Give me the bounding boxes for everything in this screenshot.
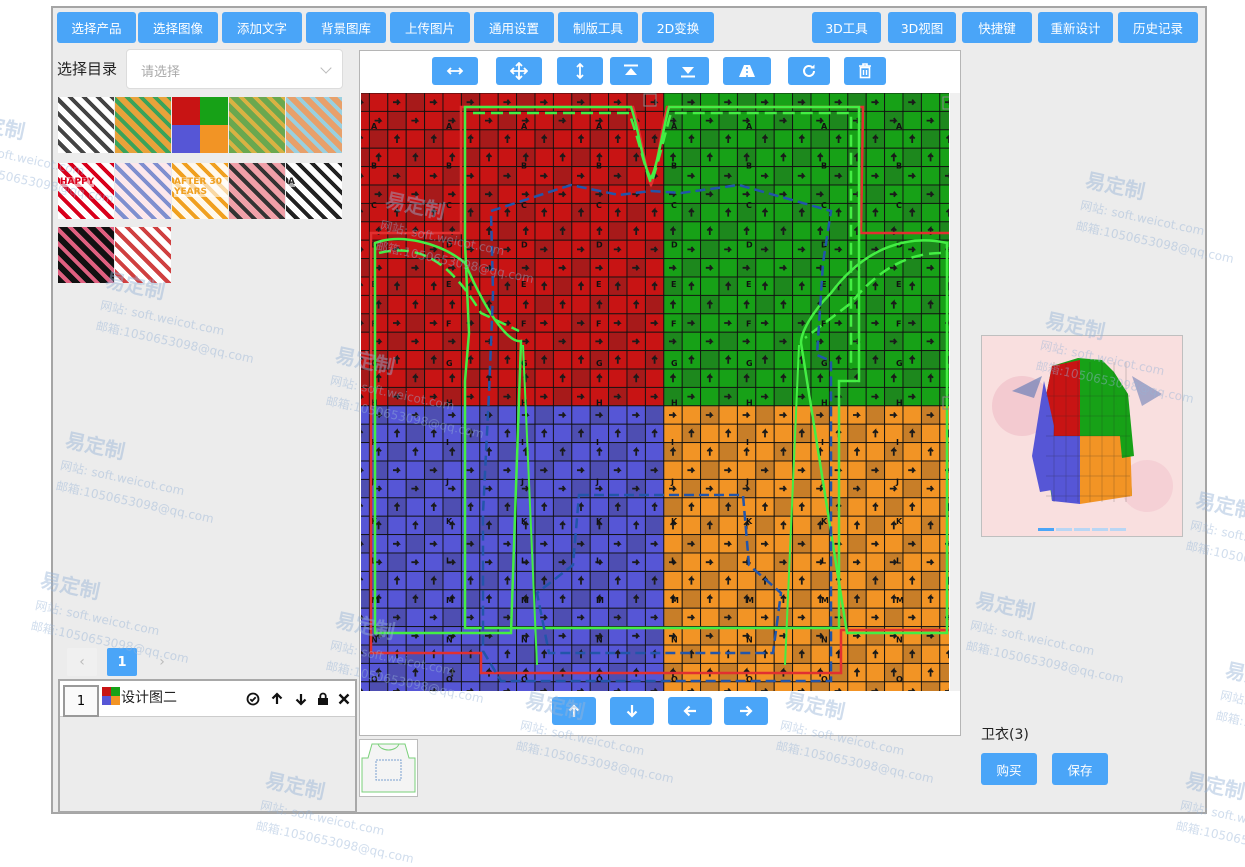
rotate-icon — [803, 64, 815, 77]
rotate-button[interactable] — [788, 57, 830, 85]
chevron-down-icon — [320, 62, 332, 74]
lamp-photo-thumb[interactable] — [229, 163, 285, 219]
watermark-email: 邮箱:1050653098@qq.com — [254, 818, 416, 866]
dancer-thumb[interactable] — [115, 227, 171, 283]
arrow-up-icon — [568, 704, 580, 717]
toolbar-right-button-3[interactable]: 快捷键 — [962, 12, 1032, 43]
ribbon-thumb[interactable] — [115, 163, 171, 219]
hoodie-preview-image — [992, 358, 1173, 531]
pager-next-button[interactable]: › — [147, 648, 177, 676]
save-button[interactable]: 保存 — [1052, 753, 1108, 785]
align-bottom-icon — [681, 67, 695, 78]
toolbar-button-3[interactable]: 添加文字 — [222, 12, 302, 43]
layer-panel: 1 设计图二 — [58, 679, 357, 813]
watermark-email: 邮箱:1050653098@qq.com — [1214, 708, 1245, 756]
catalog-placeholder: 请选择 — [141, 65, 181, 80]
watermark-text: 易定制网站: soft.weicot.com邮箱:1050653098@qq.c… — [1214, 654, 1245, 757]
align-top-button[interactable] — [610, 57, 652, 85]
thumbnail-caption: AFTER 30 YEARS — [174, 177, 228, 197]
layer-index[interactable]: 1 — [63, 685, 99, 717]
close-icon[interactable] — [337, 692, 351, 706]
green-tile-thumb[interactable] — [229, 97, 285, 153]
toolbar-right-button-5[interactable]: 历史记录 — [1118, 12, 1198, 43]
arrow-right-icon — [740, 705, 753, 717]
move-button[interactable] — [496, 57, 542, 85]
after-years-thumb[interactable]: AFTER 30 YEARS — [172, 163, 228, 219]
floral-dark-thumb[interactable] — [58, 227, 114, 283]
check-circle-icon[interactable] — [246, 692, 260, 706]
toolbar-right-button-4[interactable]: 重新设计 — [1038, 12, 1113, 43]
pastel-tile-thumb[interactable] — [286, 97, 342, 153]
canvas-scrollbar[interactable] — [950, 93, 960, 691]
doodle-pattern-thumb[interactable] — [58, 97, 114, 153]
catalog-select[interactable]: 请选择 — [126, 49, 343, 89]
designer-frame: 选择产品 选择图像 添加文字 背景图库 上传图片 通用设置 制版工具 2D变换 3D工具 3D视… — [51, 6, 1207, 814]
toolbar-button-7[interactable]: 制版工具 — [558, 12, 638, 43]
arrows-horizontal-icon — [446, 67, 464, 75]
flip-vertical-button[interactable] — [557, 57, 603, 85]
watermark-site: 网站: soft.weicot.com — [1218, 688, 1245, 728]
arrow-left-icon — [683, 705, 696, 717]
happy-card-thumb[interactable]: HAPPY — [58, 163, 114, 219]
toolbar-right-button-1[interactable]: 3D工具 — [812, 12, 881, 43]
design-canvas[interactable]: AAAAAAAABBBBBBBBCCCCCCCCDDDDDDDDEEEEEEEE… — [361, 93, 949, 691]
toolbar-button-1[interactable]: 选择产品 — [57, 12, 136, 43]
arrow-down-icon — [626, 705, 638, 718]
layer-swatch — [102, 687, 120, 705]
nudge-down-button[interactable] — [610, 697, 654, 725]
flip-horizontal-button[interactable] — [432, 57, 478, 85]
pager-prev-button[interactable]: ‹ — [67, 648, 97, 676]
arrow-up-icon[interactable] — [270, 692, 284, 706]
watermark-brand: 易定制 — [1223, 657, 1245, 694]
toolbar-button-4[interactable]: 背景图库 — [306, 12, 386, 43]
pattern-thumbnail[interactable] — [359, 739, 418, 797]
four-color-grid-thumb[interactable] — [172, 97, 228, 153]
sweatshirt-outline-thumb — [360, 740, 417, 796]
align-bottom-button[interactable] — [667, 57, 709, 85]
thumbnail-caption: HAPPY — [60, 177, 95, 187]
thumbnail-caption: A — [288, 177, 295, 187]
toolbar-right-button-2[interactable]: 3D视图 — [888, 12, 956, 43]
lock-icon[interactable] — [316, 692, 330, 706]
move-arrows-icon — [510, 62, 528, 80]
letter-a-thumb[interactable]: A — [286, 163, 342, 219]
product-name: 卫衣(3) — [981, 727, 1029, 743]
toolbar-button-2[interactable]: 选择图像 — [138, 12, 218, 43]
watermark-email: 邮箱:1050653098@qq.com — [1174, 818, 1245, 866]
nudge-right-button[interactable] — [724, 697, 768, 725]
toolbar-button-5[interactable]: 上传图片 — [390, 12, 470, 43]
toolbar-button-8[interactable]: 2D变换 — [642, 12, 714, 43]
catalog-label: 选择目录 — [57, 60, 118, 78]
arrows-vertical-icon — [576, 62, 584, 80]
align-top-icon — [624, 64, 638, 75]
design-stage: AAAAAAAABBBBBBBBCCCCCCCCDDDDDDDDEEEEEEEE… — [359, 50, 961, 736]
nudge-left-button[interactable] — [668, 697, 712, 725]
road-icon — [739, 65, 755, 77]
pager-current-page[interactable]: 1 — [107, 648, 137, 676]
arrow-down-icon[interactable] — [294, 692, 308, 706]
trash-icon — [859, 63, 871, 79]
delete-button[interactable] — [844, 57, 886, 85]
buy-button[interactable]: 购买 — [981, 753, 1037, 785]
mosaic-pattern-thumb[interactable] — [115, 97, 171, 153]
3d-preview[interactable] — [981, 335, 1183, 537]
pattern-cut-outline — [369, 93, 949, 683]
toolbar-button-6[interactable]: 通用设置 — [474, 12, 554, 43]
layer-row[interactable]: 1 设计图二 — [60, 681, 355, 717]
warp-button[interactable] — [723, 57, 771, 85]
nudge-up-button[interactable] — [552, 697, 596, 725]
layer-name: 设计图二 — [121, 690, 177, 706]
